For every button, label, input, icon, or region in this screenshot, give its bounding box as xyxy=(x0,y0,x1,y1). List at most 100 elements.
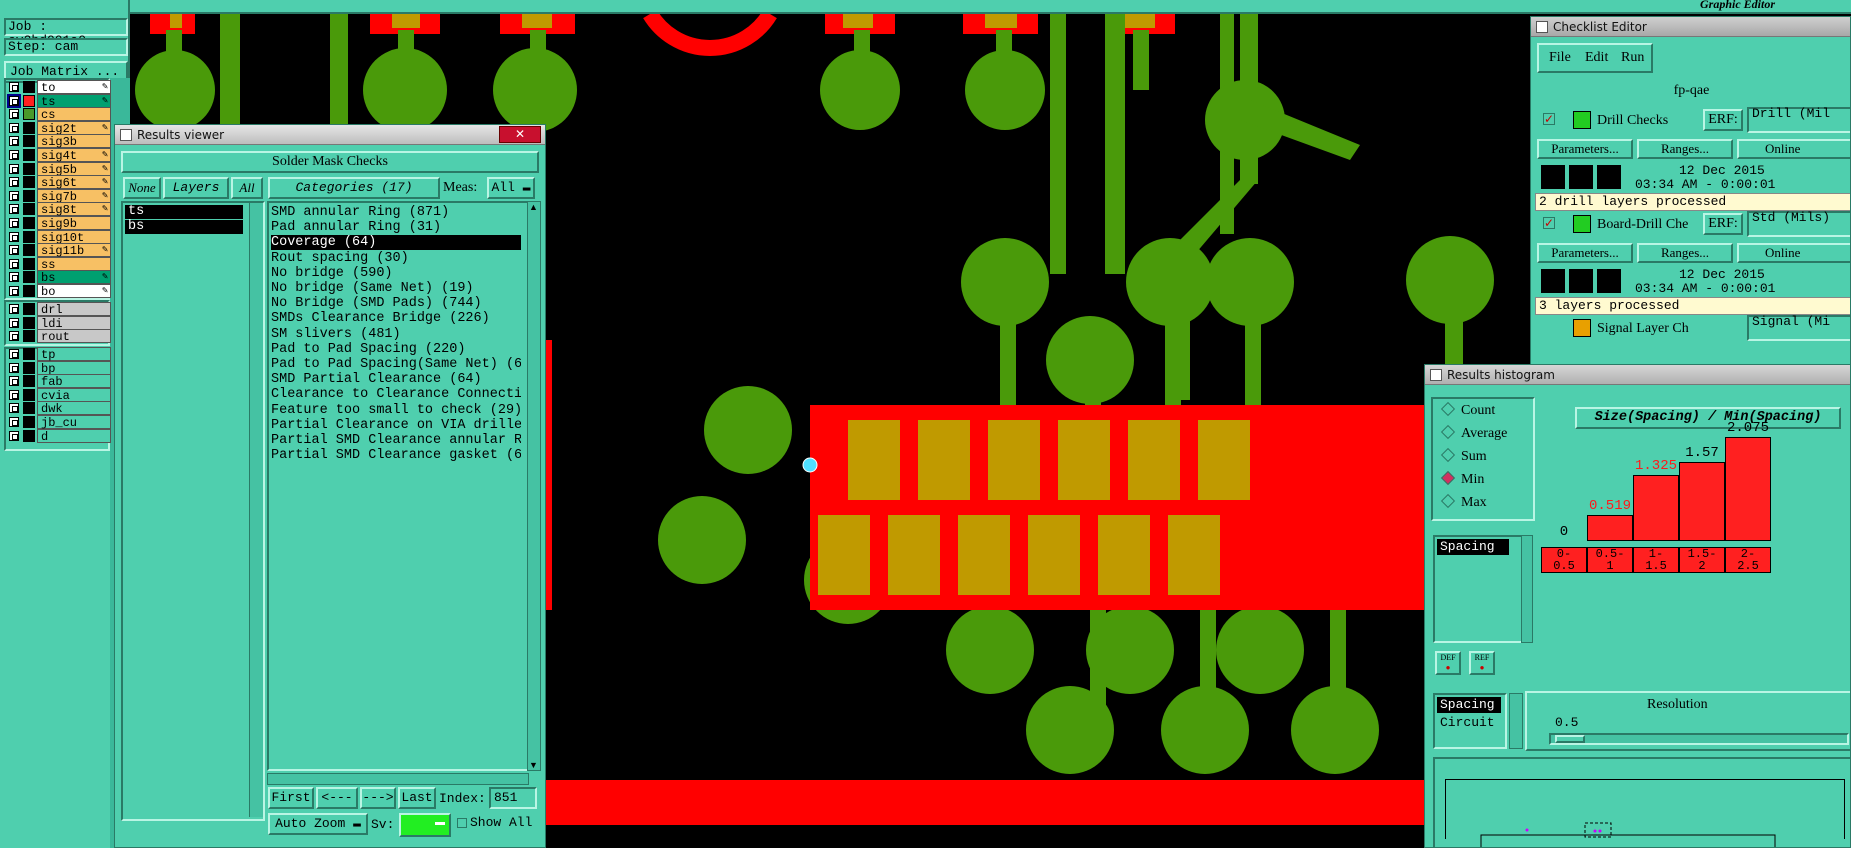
layer-row-cs[interactable]: cs xyxy=(6,107,124,122)
histogram-bin-label[interactable]: 1.5- 2 xyxy=(1679,547,1725,573)
layer-name[interactable]: sig8t ✎ xyxy=(37,202,111,217)
param-item[interactable]: Spacing xyxy=(1437,697,1501,713)
close-button[interactable]: ✕ xyxy=(499,126,541,143)
mode-radio-max[interactable]: Max xyxy=(1440,493,1487,511)
layer-color-swatch[interactable] xyxy=(23,416,35,428)
layer-row-to[interactable]: to ✎ xyxy=(6,80,124,95)
param-scrollbar[interactable] xyxy=(1509,693,1523,749)
layer-color-swatch[interactable] xyxy=(23,361,35,374)
param-item[interactable]: Circuit xyxy=(1437,715,1495,730)
parameters-button[interactable]: Parameters... xyxy=(1537,139,1633,159)
category-item[interactable]: SMDs Clearance Bridge (226) xyxy=(271,311,521,326)
layer-name[interactable]: ldi xyxy=(37,315,111,331)
layer-name[interactable]: fab xyxy=(37,374,111,389)
ref-button[interactable]: REF ● xyxy=(1469,651,1495,675)
layer-row-d[interactable]: d xyxy=(6,428,124,444)
parameters-button[interactable]: Parameters... xyxy=(1537,243,1633,263)
ranges-button[interactable]: Ranges... xyxy=(1637,139,1733,159)
radio-icon[interactable] xyxy=(1440,424,1456,440)
category-item[interactable]: Pad to Pad Spacing (220) xyxy=(271,342,521,357)
layer-name[interactable]: sig2t ✎ xyxy=(37,120,111,136)
layer-checkbox[interactable] xyxy=(9,150,19,160)
erf-button[interactable]: ERF: xyxy=(1703,109,1743,131)
layer-color-swatch[interactable] xyxy=(23,348,35,360)
layer-checkbox[interactable] xyxy=(9,430,19,441)
layer-color-swatch[interactable] xyxy=(23,81,35,93)
layer-name[interactable]: bs ✎ xyxy=(37,270,111,285)
layer-color-swatch[interactable] xyxy=(23,217,35,229)
run-icon[interactable] xyxy=(1597,165,1621,189)
radio-icon[interactable] xyxy=(1440,493,1456,509)
layer-checkbox[interactable] xyxy=(9,258,19,269)
ranges-button[interactable]: Ranges... xyxy=(1637,243,1733,263)
layer-checkbox[interactable] xyxy=(9,218,19,228)
layer-row-sig3b[interactable]: sig3b xyxy=(6,134,124,149)
layer-row-cvia[interactable]: cvia xyxy=(6,387,124,403)
histogram-bin-label[interactable]: 1- 1.5 xyxy=(1633,547,1679,573)
run-icon[interactable] xyxy=(1569,165,1593,189)
layer-checkbox[interactable] xyxy=(9,286,19,296)
category-item[interactable]: SMD annular Ring (871) xyxy=(271,205,521,220)
layer-row-bp[interactable]: bp xyxy=(6,360,124,376)
layer-row-sig5b[interactable]: sig5b ✎ xyxy=(6,161,124,177)
measure-item[interactable]: Spacing xyxy=(1437,539,1509,555)
layer-row-ldi[interactable]: ldi xyxy=(6,315,124,331)
layer-row-fab[interactable]: fab xyxy=(6,374,124,389)
histogram-bin-label[interactable]: 0.5- 1 xyxy=(1587,547,1633,573)
layer-row-rout[interactable]: rout xyxy=(6,329,124,344)
layer-row-sig8t[interactable]: sig8t ✎ xyxy=(6,202,124,217)
scroll-up-icon[interactable]: ▲ xyxy=(529,202,539,212)
layer-list-item[interactable]: bs xyxy=(125,220,243,234)
layer-row-sig2t[interactable]: sig2t ✎ xyxy=(6,120,124,136)
next-button[interactable]: ---> xyxy=(360,787,396,809)
layer-row-bs[interactable]: bs ✎ xyxy=(6,270,124,285)
layer-checkbox[interactable] xyxy=(9,109,19,120)
category-item[interactable]: SM slivers (481) xyxy=(271,327,521,342)
layer-color-swatch[interactable] xyxy=(23,162,35,175)
run-icon[interactable] xyxy=(1597,269,1621,293)
layer-color-swatch[interactable] xyxy=(23,94,35,107)
layer-name[interactable]: rout xyxy=(37,329,111,344)
layer-checkbox[interactable] xyxy=(9,204,19,215)
categories-hscroll[interactable] xyxy=(267,773,529,785)
histogram-bar[interactable] xyxy=(1633,474,1679,541)
layer-name[interactable]: sig3b xyxy=(37,134,111,149)
show-all-checkbox[interactable] xyxy=(457,818,467,828)
radio-icon[interactable] xyxy=(1440,447,1456,463)
layer-checkbox[interactable] xyxy=(9,417,19,427)
layer-color-swatch[interactable] xyxy=(23,285,35,297)
layer-name[interactable]: sig4t ✎ xyxy=(37,148,111,163)
mode-radio-min[interactable]: Min xyxy=(1440,470,1484,488)
layer-name[interactable]: sig5b ✎ xyxy=(37,161,111,177)
layer-name[interactable]: sig10t xyxy=(37,229,111,245)
layer-checkbox[interactable] xyxy=(9,272,19,283)
run-icon[interactable] xyxy=(1541,165,1565,189)
run-icon[interactable] xyxy=(1569,269,1593,293)
category-item[interactable]: SMD Partial Clearance (64) xyxy=(271,372,521,387)
run-icon[interactable] xyxy=(1541,269,1565,293)
layer-row-sig7b[interactable]: sig7b ✎ xyxy=(6,188,124,204)
histogram-bin-label[interactable]: 0- 0.5 xyxy=(1541,547,1587,573)
all-button[interactable]: All xyxy=(231,177,263,199)
menu-edit[interactable]: Edit xyxy=(1585,50,1608,66)
menu-file[interactable]: File xyxy=(1549,50,1571,66)
layer-name[interactable]: bo ✎ xyxy=(37,284,111,299)
layer-color-swatch[interactable] xyxy=(23,108,35,121)
layer-name[interactable]: sig6t ✎ xyxy=(37,175,111,190)
category-item[interactable]: Coverage (64) xyxy=(271,235,521,251)
last-button[interactable]: Last xyxy=(398,787,436,809)
layer-name[interactable]: sig7b ✎ xyxy=(37,188,111,204)
layer-name[interactable]: sig11b ✎ xyxy=(37,243,111,258)
layer-checkbox[interactable] xyxy=(9,163,19,174)
menu-run[interactable]: Run xyxy=(1621,50,1644,66)
layer-checkbox[interactable] xyxy=(9,231,19,242)
categories-scrollbar[interactable]: ▲ ▼ xyxy=(527,201,541,771)
layer-name[interactable]: jb_cu xyxy=(37,415,111,430)
layer-color-swatch[interactable] xyxy=(23,429,35,442)
layer-checkbox[interactable] xyxy=(9,317,19,328)
layer-checkbox[interactable] xyxy=(9,245,19,256)
layer-color-swatch[interactable] xyxy=(23,244,35,257)
resolution-slider[interactable] xyxy=(1549,733,1849,745)
layer-color-swatch[interactable] xyxy=(23,135,35,148)
item-checkbox[interactable]: ✓ xyxy=(1543,217,1555,229)
